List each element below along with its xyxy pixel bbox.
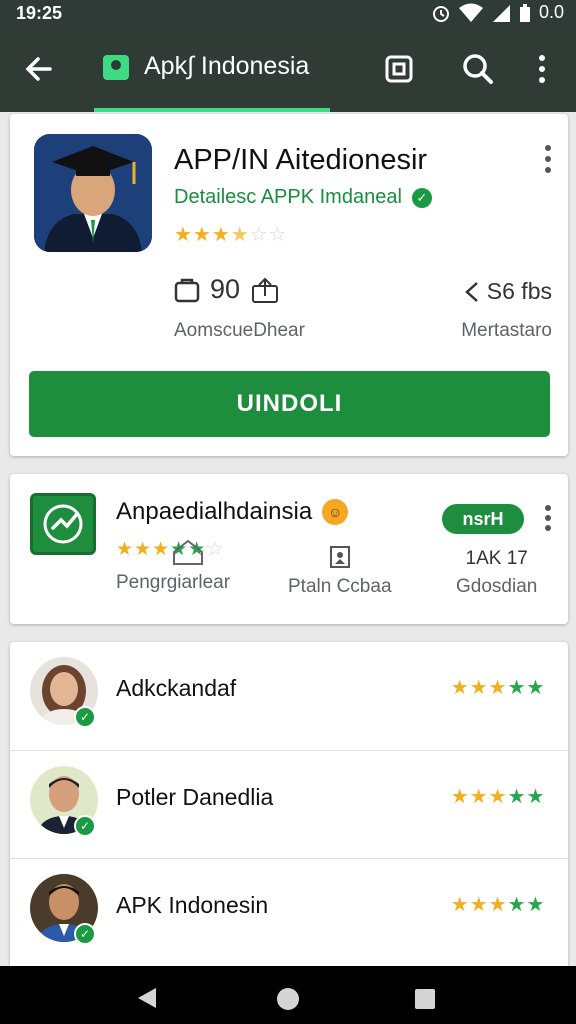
store-icon bbox=[103, 55, 129, 80]
nav-recents-icon[interactable] bbox=[414, 988, 436, 1010]
reviewer-name: Adkckandaf bbox=[116, 675, 237, 701]
status-bar: 19:25 0.0 bbox=[0, 0, 576, 26]
rating-stat-value: S6 fbs bbox=[486, 278, 552, 304]
status-time: 19:25 bbox=[16, 3, 63, 23]
install-badge[interactable]: nsrH bbox=[442, 504, 524, 534]
overflow-icon[interactable] bbox=[525, 52, 559, 86]
alarm-icon bbox=[432, 5, 449, 22]
list-item[interactable]: ✓ APK Indonesin ★★★★★. bbox=[10, 858, 568, 966]
secondary-app-title: Anpaedialhdainsia ☺ bbox=[116, 498, 349, 526]
size-value: 90 bbox=[210, 274, 241, 304]
reviewer-name: Potler Danedlia bbox=[116, 784, 274, 810]
verified-icon: ✓ bbox=[74, 923, 96, 945]
signal-icon bbox=[492, 4, 510, 22]
reviewer-name: APK Indonesin bbox=[116, 892, 269, 918]
developer-name: Detailesc APPK Imdaneal bbox=[174, 186, 402, 208]
wifi-icon bbox=[458, 3, 483, 22]
nav-home-icon[interactable] bbox=[276, 987, 300, 1011]
nav-back-icon[interactable] bbox=[136, 986, 158, 1010]
meta-downloads: 1AK 17 Gdosdian bbox=[456, 548, 537, 598]
search-icon[interactable] bbox=[461, 52, 495, 86]
secondary-app-name: Anpaedialhdainsia bbox=[116, 498, 313, 525]
reviewer-stars: ★★★★★. bbox=[450, 894, 546, 916]
secondary-app-card[interactable]: Anpaedialhdainsia ☺ ★★★★★☆ nsrH Pengrgia… bbox=[10, 474, 568, 624]
reviewer-stars: ★★★★★. bbox=[450, 786, 546, 808]
meta-value: 1AK 17 bbox=[465, 548, 528, 569]
featured-app-card[interactable]: APP/IN Aitedionesir Detailesc APPK Imdan… bbox=[10, 114, 568, 456]
list-item[interactable]: ✓ Adkckandaf ★★★★★. bbox=[10, 642, 568, 750]
toolbar-title: Apk∫ Indonesia bbox=[144, 51, 310, 80]
rating-stat: S6 fbs bbox=[463, 278, 552, 305]
chevron-left-icon bbox=[464, 281, 478, 302]
app-toolbar: Apk∫ Indonesia bbox=[0, 26, 576, 112]
battery-text: 0.0 bbox=[538, 2, 564, 22]
list-item[interactable]: ✓ Potler Danedlia ★★★★★. bbox=[10, 750, 568, 858]
app-name: APP/IN Aitedionesir bbox=[174, 144, 428, 176]
badge-icon bbox=[329, 546, 350, 568]
verified-icon: ✓ bbox=[74, 815, 96, 837]
rating-stars: ★★★★☆☆ bbox=[174, 224, 288, 246]
verified-icon: ✓ bbox=[411, 187, 432, 208]
verified-icon: ✓ bbox=[74, 706, 96, 728]
rating-label: Mertastaro bbox=[461, 320, 552, 341]
cast-icon[interactable] bbox=[382, 52, 416, 86]
active-tab-indicator bbox=[94, 108, 330, 112]
reviewer-list: ✓ Adkckandaf ★★★★★. ✓ Potler Danedlia ★★… bbox=[10, 642, 568, 966]
reviewer-stars: ★★★★★. bbox=[450, 677, 546, 699]
battery-icon bbox=[519, 3, 530, 22]
install-button[interactable]: UINDOLI bbox=[29, 371, 550, 437]
more-options-icon[interactable] bbox=[542, 144, 554, 174]
meta-label: Gdosdian bbox=[456, 576, 538, 597]
meta-label: Ptaln Ccbaa bbox=[288, 576, 392, 597]
app-logo bbox=[30, 493, 96, 555]
developer-link[interactable]: Detailesc APPK Imdaneal ✓ bbox=[174, 186, 432, 209]
house-icon bbox=[173, 539, 204, 565]
meta-label: Pengrgiarlear bbox=[116, 572, 231, 593]
system-nav-bar bbox=[0, 966, 576, 1024]
emoji-icon: ☺ bbox=[322, 499, 349, 525]
size-stat: 90 bbox=[174, 274, 280, 305]
meta-content-rating: Ptaln Ccbaa bbox=[288, 542, 392, 598]
bag-icon bbox=[174, 278, 200, 302]
meta-category: Pengrgiarlear bbox=[116, 538, 230, 594]
size-label: AomscueDhear bbox=[174, 320, 305, 341]
back-icon[interactable] bbox=[22, 52, 56, 86]
app-icon-photo bbox=[34, 134, 152, 252]
share-icon bbox=[252, 277, 279, 303]
more-options-icon[interactable] bbox=[542, 504, 554, 532]
status-icons: 0.0 bbox=[431, 2, 564, 23]
tab-apk-indonesia[interactable]: Apk∫ Indonesia bbox=[102, 51, 309, 81]
